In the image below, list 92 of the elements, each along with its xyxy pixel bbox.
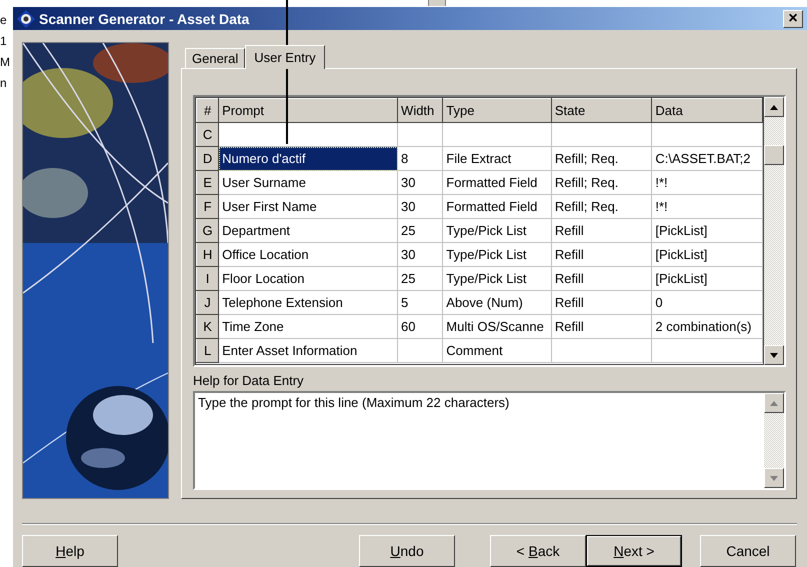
table-cell[interactable]: 0	[652, 290, 762, 314]
scroll-up-button[interactable]	[764, 393, 784, 413]
table-cell[interactable]: Office Location	[218, 242, 398, 266]
dialog-button[interactable]: Help	[22, 535, 118, 567]
table-cell[interactable]: Above (Num)	[442, 290, 552, 314]
table-cell[interactable]: Type/Pick List	[442, 266, 552, 290]
table-cell[interactable]: 8	[398, 146, 443, 170]
table-cell[interactable]	[551, 338, 652, 362]
table-cell[interactable]	[652, 122, 762, 146]
table-cell[interactable]: Refill	[551, 314, 652, 338]
down-arrow-icon	[770, 352, 778, 358]
table-cell[interactable]: Type/Pick List	[442, 242, 552, 266]
table-cell[interactable]: Department	[218, 218, 398, 242]
row-header[interactable]: G	[196, 218, 219, 242]
column-header[interactable]: Prompt	[218, 98, 398, 122]
table-cell[interactable]: 30	[398, 170, 443, 194]
help-label: Help for Data Entry	[193, 373, 305, 388]
table-cell[interactable]	[398, 122, 443, 146]
table-cell[interactable]: Time Zone	[218, 314, 398, 338]
table-cell[interactable]: C:\ASSET.BAT;2	[652, 146, 762, 170]
scroll-up-button[interactable]	[764, 97, 784, 117]
row-header[interactable]: J	[196, 290, 219, 314]
table-cell[interactable]: Floor Location	[218, 266, 398, 290]
column-header[interactable]: Width	[398, 98, 443, 122]
window-title: Scanner Generator - Asset Data	[39, 10, 250, 26]
table-cell[interactable]: Formatted Field	[442, 170, 552, 194]
table-cell[interactable]: Refill; Req.	[551, 146, 652, 170]
column-header[interactable]: Type	[442, 98, 552, 122]
table-cell[interactable]	[442, 122, 552, 146]
scrollbar[interactable]	[764, 97, 784, 365]
up-arrow-icon	[770, 400, 778, 406]
row-header[interactable]: D	[196, 146, 219, 170]
background-window-text: n	[0, 75, 8, 91]
table-cell[interactable]: 5	[398, 290, 443, 314]
table-cell[interactable]: User First Name	[218, 194, 398, 218]
row-header[interactable]: C	[196, 122, 219, 146]
scrollbar[interactable]	[764, 393, 784, 488]
table-cell[interactable]: Enter Asset Information	[218, 338, 398, 362]
table-cell[interactable]: 30	[398, 242, 443, 266]
table-cell[interactable]: 60	[398, 314, 443, 338]
background-window-text: 1	[0, 33, 8, 49]
table-cell[interactable]	[398, 338, 443, 362]
table-cell[interactable]: [PickList]	[652, 266, 762, 290]
down-arrow-icon	[770, 476, 778, 480]
dialog-button[interactable]: Cancel	[700, 535, 796, 567]
column-header[interactable]: Data	[652, 98, 762, 122]
row-header[interactable]: F	[196, 194, 219, 218]
table-cell[interactable]: [PickList]	[652, 218, 762, 242]
table-cell[interactable]: Refill	[551, 290, 652, 314]
table-cell[interactable]: 25	[398, 266, 443, 290]
close-button[interactable]: ×	[783, 10, 803, 28]
table-cell[interactable]	[652, 338, 762, 362]
dialog-button[interactable]: < Back	[490, 535, 586, 567]
table-cell[interactable]: 25	[398, 218, 443, 242]
column-header[interactable]: State	[551, 98, 652, 122]
scroll-thumb[interactable]	[764, 145, 784, 165]
table-cell[interactable]: Type/Pick List	[442, 218, 552, 242]
row-header[interactable]: I	[196, 266, 219, 290]
table-cell[interactable]: Formatted Field	[442, 194, 552, 218]
row-header[interactable]: K	[196, 314, 219, 338]
table-cell[interactable]	[551, 122, 652, 146]
table-cell[interactable]: [PickList]	[652, 242, 762, 266]
table-cell[interactable]: Refill	[551, 242, 652, 266]
table-cell[interactable]: Numero d'actif	[218, 146, 398, 170]
scroll-down-button[interactable]	[764, 345, 784, 365]
table-cell[interactable]: User Surname	[218, 170, 398, 194]
table-cell[interactable]: Refill	[551, 266, 652, 290]
tab[interactable]: User Entry	[245, 45, 325, 69]
background-window-text: M	[0, 54, 10, 70]
table-cell[interactable]: !*!	[652, 170, 762, 194]
table-cell[interactable]: !*!	[652, 194, 762, 218]
row-header[interactable]: E	[196, 170, 219, 194]
table-cell[interactable]: Comment	[442, 338, 552, 362]
help-text-area[interactable]: Type the prompt for this line (Maximum 22 characters)	[193, 391, 786, 490]
background-window-text: e	[0, 12, 8, 28]
row-header[interactable]: H	[196, 242, 219, 266]
column-header[interactable]: #	[196, 98, 219, 122]
table-cell[interactable]: 2 combination(s)	[652, 314, 762, 338]
scroll-down-button[interactable]	[764, 468, 784, 488]
tab[interactable]: General	[185, 48, 246, 68]
table-cell[interactable]: Refill; Req.	[551, 194, 652, 218]
app-icon	[17, 10, 35, 28]
table-cell[interactable]: Telephone Extension	[218, 290, 398, 314]
up-arrow-icon	[770, 104, 778, 110]
dialog-button[interactable]: Undo	[359, 535, 455, 567]
table-cell[interactable]: Refill; Req.	[551, 170, 652, 194]
table-cell[interactable]: Refill	[551, 218, 652, 242]
row-header[interactable]: L	[196, 338, 219, 362]
table-cell[interactable]: 30	[398, 194, 443, 218]
dialog-button[interactable]: Next >	[586, 535, 682, 567]
table-cell[interactable]: Multi OS/Scanne	[442, 314, 552, 338]
table-cell[interactable]: File Extract	[442, 146, 552, 170]
